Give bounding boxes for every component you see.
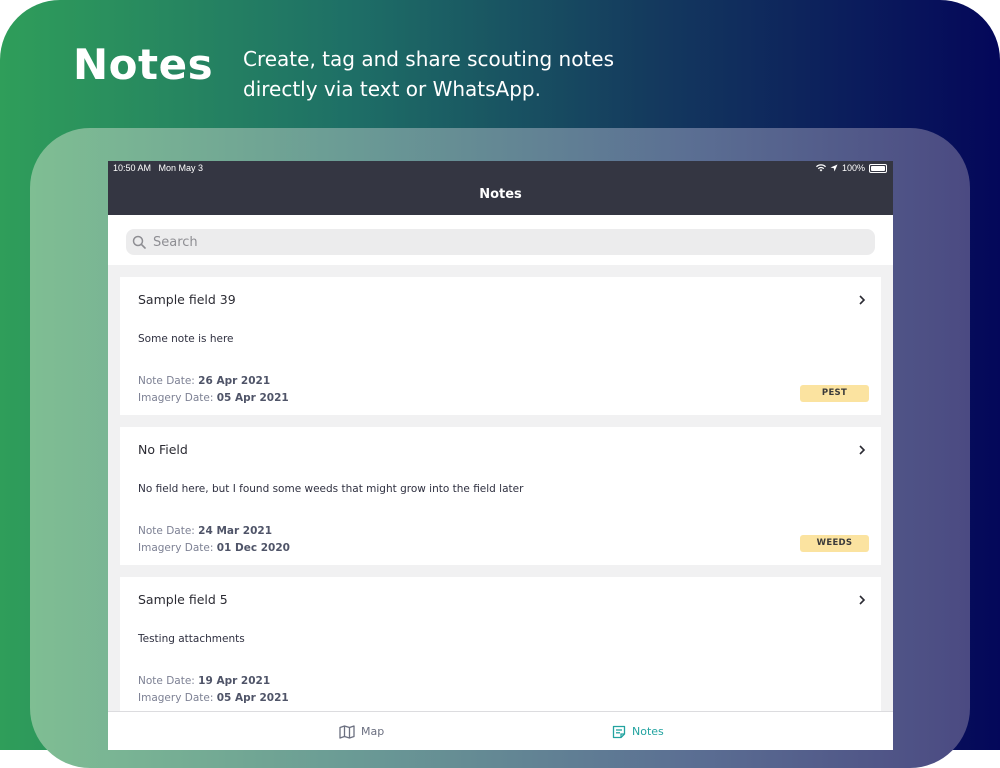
status-indicators: 100%: [815, 161, 887, 175]
chevron-right-icon[interactable]: [857, 594, 867, 606]
imagery-date-label: Imagery Date:: [138, 542, 214, 554]
note-date: 26 Apr 2021: [198, 375, 271, 387]
note-date-label: Note Date:: [138, 375, 195, 387]
promo-subtitle: Create, tag and share scouting notes dir…: [243, 47, 615, 101]
nav-title: Notes: [479, 187, 522, 202]
wifi-icon: [815, 164, 826, 172]
tab-notes-label: Notes: [632, 725, 664, 738]
note-date: 19 Apr 2021: [198, 675, 271, 687]
search-input[interactable]: [151, 233, 855, 251]
note-date-label: Note Date:: [138, 525, 195, 537]
chevron-right-icon[interactable]: [857, 294, 867, 306]
location-arrow-icon: [830, 164, 838, 172]
status-time-date: 10:50 AM Mon May 3: [113, 161, 203, 175]
battery-percent: 100%: [841, 163, 865, 173]
tab-notes[interactable]: Notes: [612, 712, 664, 750]
promo-title: Notes: [73, 40, 214, 89]
note-field-name: No Field: [138, 442, 188, 457]
note-field-name: Sample field 39: [138, 292, 236, 307]
note-date-label: Note Date:: [138, 675, 195, 687]
nav-bar: Notes: [108, 175, 893, 215]
search-bar: [108, 215, 893, 265]
battery-icon: [869, 163, 887, 173]
imagery-date: 01 Dec 2020: [216, 542, 290, 554]
imagery-date: 05 Apr 2021: [216, 692, 289, 704]
note-card[interactable]: Sample field 5 Testing attachments Note …: [120, 577, 881, 715]
tab-bar: Map Notes: [108, 711, 893, 750]
notes-icon: [612, 725, 626, 738]
imagery-date: 05 Apr 2021: [216, 392, 289, 404]
tag-badge: PEST: [800, 385, 869, 402]
note-text: Some note is here: [138, 333, 234, 345]
note-card[interactable]: No Field No field here, but I found some…: [120, 427, 881, 565]
note-date: 24 Mar 2021: [198, 525, 273, 537]
notes-list: Sample field 39 Some note is here Note D…: [120, 277, 881, 727]
tag-badge: WEEDS: [800, 535, 869, 552]
search-box[interactable]: [126, 229, 875, 255]
note-dates: Note Date: 19 Apr 2021 Imagery Date: 05 …: [138, 673, 289, 707]
note-text: Testing attachments: [138, 633, 245, 645]
tab-map[interactable]: Map: [339, 712, 384, 750]
note-dates: Note Date: 24 Mar 2021 Imagery Date: 01 …: [138, 523, 290, 557]
status-bar: 10:50 AM Mon May 3 100%: [108, 161, 893, 175]
imagery-date-label: Imagery Date:: [138, 392, 214, 404]
search-icon: [132, 234, 148, 250]
map-icon: [339, 724, 355, 739]
app-screen: 10:50 AM Mon May 3 100% Notes Search Sam…: [108, 161, 893, 750]
tab-map-label: Map: [361, 725, 385, 738]
note-field-name: Sample field 5: [138, 592, 228, 607]
chevron-right-icon[interactable]: [857, 444, 867, 456]
note-text: No field here, but I found some weeds th…: [138, 483, 524, 495]
status-date: Mon May 3: [158, 163, 204, 173]
status-time: 10:50 AM: [113, 163, 152, 173]
note-dates: Note Date: 26 Apr 2021 Imagery Date: 05 …: [138, 373, 289, 407]
note-card[interactable]: Sample field 39 Some note is here Note D…: [120, 277, 881, 415]
imagery-date-label: Imagery Date:: [138, 692, 214, 704]
